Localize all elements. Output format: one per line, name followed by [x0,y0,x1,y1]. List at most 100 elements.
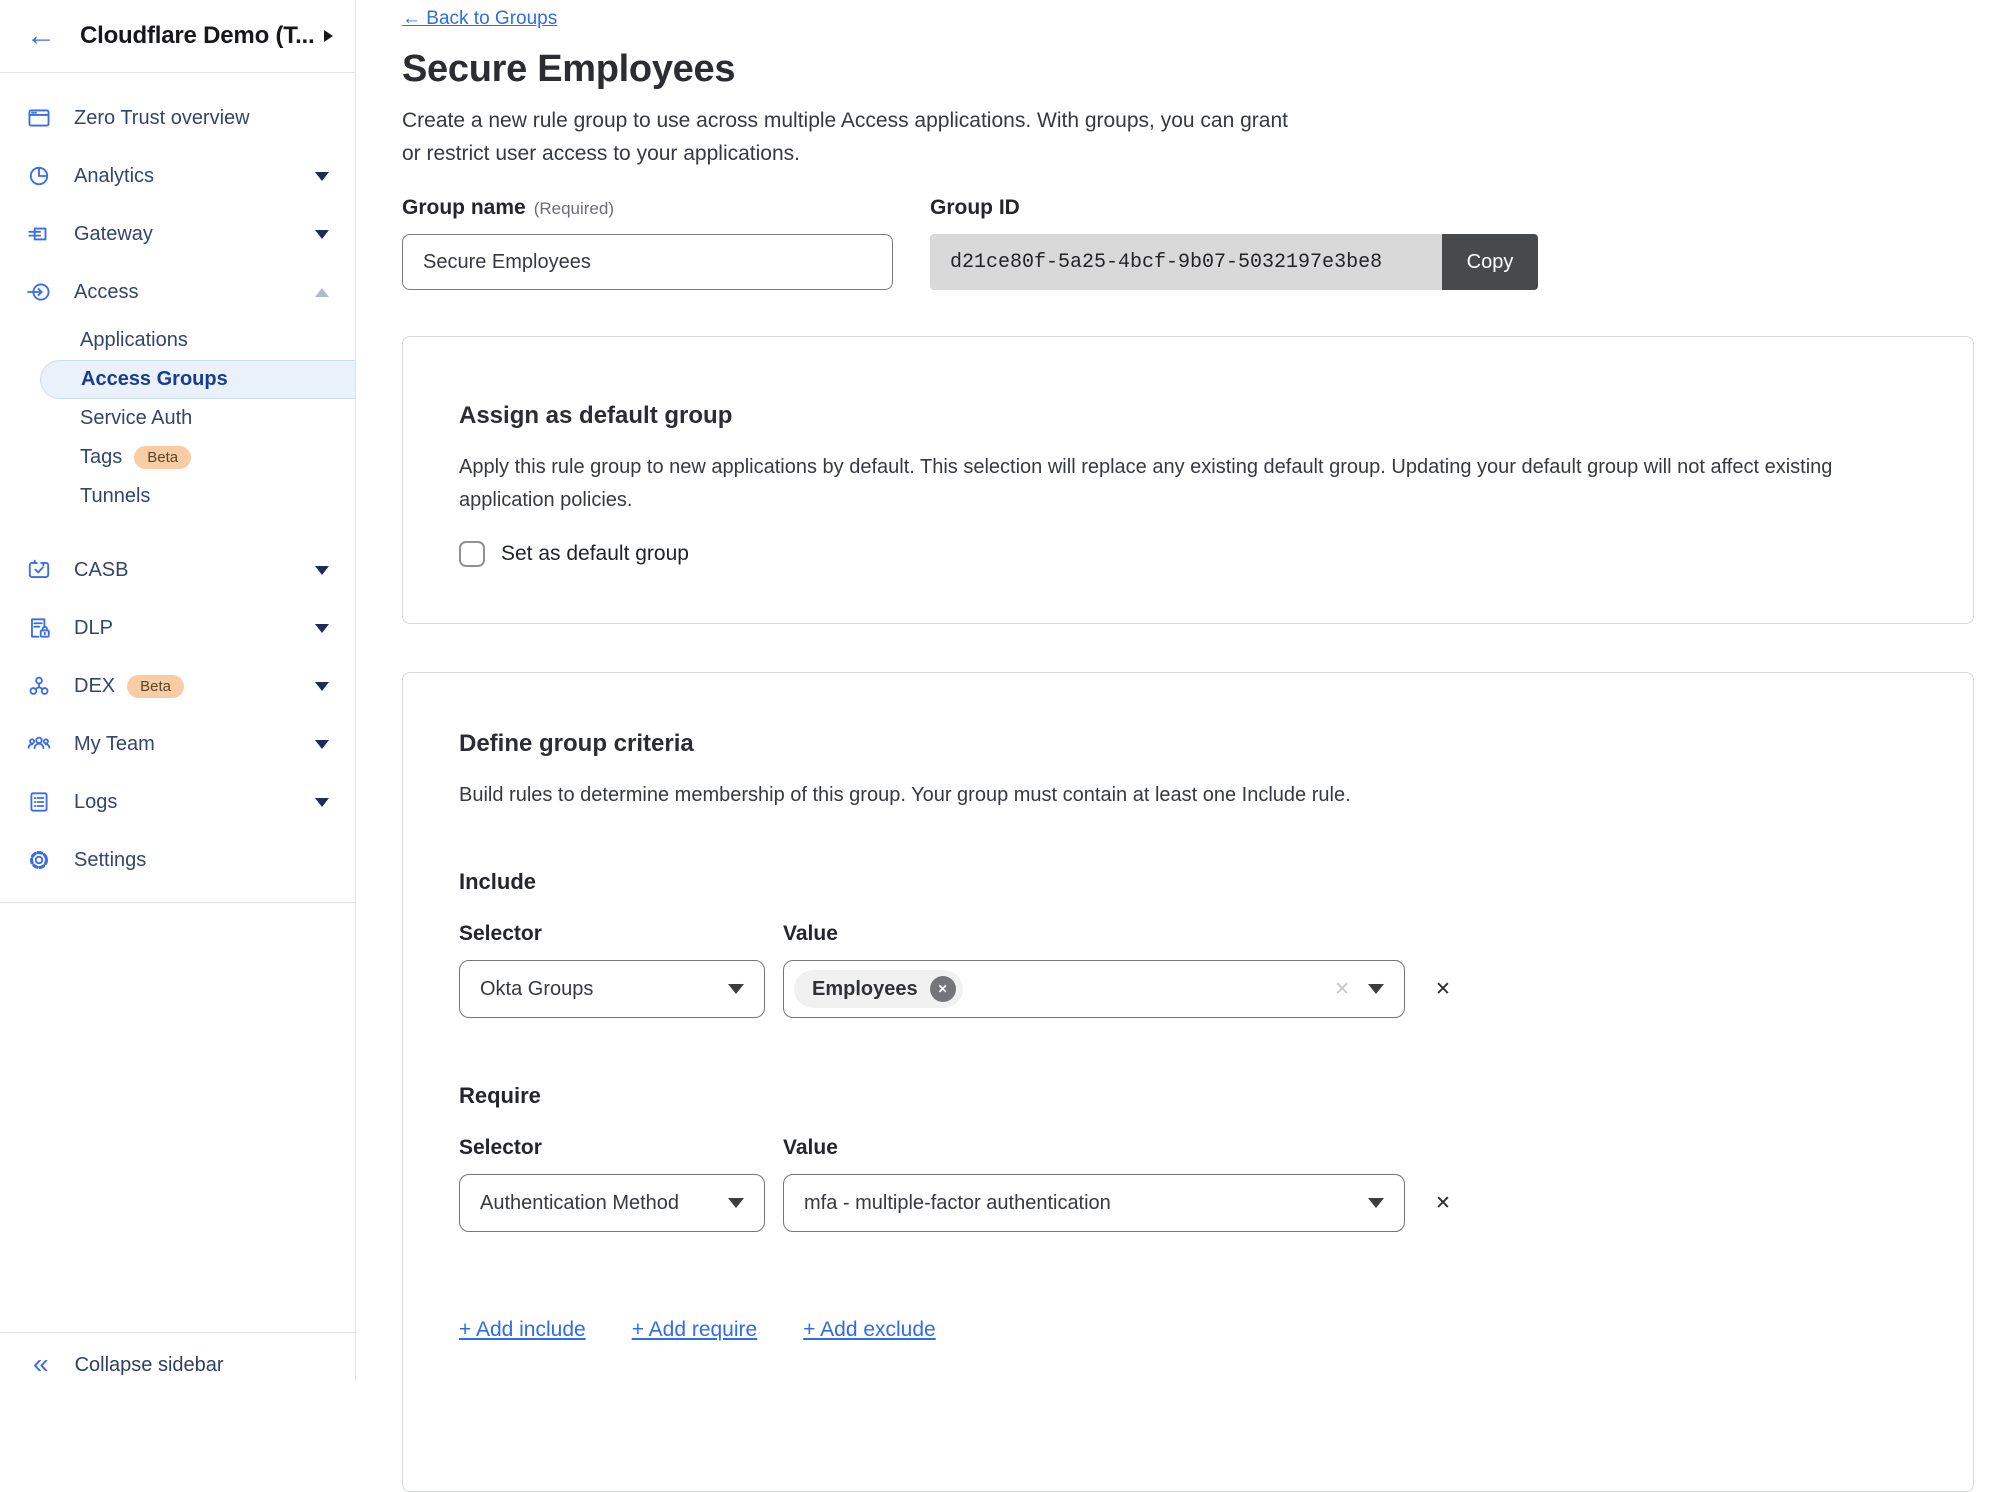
chevron-down-icon [315,172,329,181]
remove-require-rule-button[interactable]: ✕ [1435,1192,1451,1215]
collapse-sidebar-button[interactable]: « Collapse sidebar [0,1332,355,1381]
chevron-down-icon [1368,984,1384,994]
sidebar-item-label: Zero Trust overview [74,107,250,130]
page-description: Create a new rule group to use across mu… [402,104,1999,170]
include-labels-row: Selector Value [459,922,1917,948]
group-id-value: d21ce80f-5a25-4bcf-9b07-5032197e3be8 [930,234,1442,290]
access-submenu: Applications Access Groups Service Auth … [0,321,355,516]
main-content: ← Back to Groups Secure Employees Create… [356,0,1999,1381]
sidebar-header: ← Cloudflare Demo (T... [0,0,355,73]
app-root: ← Cloudflare Demo (T... Zero Trust overv… [0,0,1999,1381]
sidebar-item-label: Access [74,281,138,304]
require-selector-value: Authentication Method [480,1192,679,1215]
group-name-input[interactable] [402,234,893,290]
copy-button[interactable]: Copy [1442,234,1538,290]
require-value-dropdown[interactable]: mfa - multiple-factor authentication [783,1174,1405,1232]
sidebar-item-label: Tags [80,446,122,469]
document-lock-icon [26,615,52,641]
sidebar-item-label: Settings [74,849,146,872]
add-require-link[interactable]: + Add require [632,1318,758,1342]
sidebar-item-access-groups[interactable]: Access Groups [40,360,355,399]
remove-include-rule-button[interactable]: ✕ [1435,978,1451,1001]
beta-badge: Beta [127,675,184,698]
value-label: Value [783,1136,838,1162]
cluster-icon [26,673,52,699]
add-rule-links: + Add include + Add require + Add exclud… [459,1318,1917,1342]
employees-chip: Employees ✕ [794,970,963,1008]
remove-chip-icon[interactable]: ✕ [930,976,956,1002]
gateway-icon [26,221,52,247]
chevron-up-icon [315,288,329,297]
sidebar-item-logs[interactable]: Logs [0,773,355,831]
group-name-label: Group name [402,196,526,220]
add-include-link[interactable]: + Add include [459,1318,586,1342]
chevron-down-icon [728,984,744,994]
collapse-sidebar-label: Collapse sidebar [75,1354,224,1377]
selector-label: Selector [459,922,783,948]
pie-chart-icon [26,163,52,189]
people-icon [26,731,52,757]
include-selector-dropdown[interactable]: Okta Groups [459,960,765,1018]
group-name-field: Group name (Required) [402,196,893,290]
sidebar-nav: Zero Trust overview Analytics Gateway [0,73,355,903]
add-exclude-link[interactable]: + Add exclude [803,1318,936,1342]
page-description-line1: Create a new rule group to use across mu… [402,104,1999,137]
card-title: Assign as default group [459,401,1917,431]
require-rule-row: Authentication Method mfa - multiple-fac… [459,1174,1917,1232]
sidebar-item-dlp[interactable]: DLP [0,599,355,657]
sidebar-item-tunnels[interactable]: Tunnels [0,477,355,516]
gear-icon [26,847,52,873]
chevron-down-icon [315,230,329,239]
sidebar-item-label: Gateway [74,223,153,246]
group-name-id-row: Group name (Required) Group ID d21ce80f-… [402,196,1999,290]
sidebar-item-dex[interactable]: DEX Beta [0,657,355,715]
value-label: Value [783,922,838,948]
sidebar-item-access[interactable]: Access [0,263,355,321]
caret-right-icon[interactable] [324,30,333,42]
sidebar-item-label: CASB [74,559,128,582]
group-id-field: Group ID d21ce80f-5a25-4bcf-9b07-5032197… [930,196,1538,290]
chevron-down-icon [315,682,329,691]
chevron-down-icon [315,798,329,807]
browser-window-icon [26,105,52,131]
sidebar: ← Cloudflare Demo (T... Zero Trust overv… [0,0,356,1381]
clear-values-icon[interactable]: ✕ [1334,978,1350,1001]
sidebar-item-casb[interactable]: CASB [0,541,355,599]
include-selector-value: Okta Groups [480,978,593,1001]
chip-label: Employees [812,978,918,1001]
login-arrow-icon [26,279,52,305]
back-to-groups-link[interactable]: ← Back to Groups [402,8,557,30]
beta-badge: Beta [134,446,191,469]
sidebar-item-tags[interactable]: Tags Beta [0,438,355,477]
sidebar-item-applications[interactable]: Applications [0,321,355,360]
chevron-down-icon [728,1198,744,1208]
sidebar-item-zero-trust-overview[interactable]: Zero Trust overview [0,89,355,147]
arrow-left-icon[interactable]: ← [26,21,56,51]
sidebar-item-service-auth[interactable]: Service Auth [0,399,355,438]
default-group-checkbox-label: Set as default group [501,542,689,566]
sidebar-item-settings[interactable]: Settings [0,831,355,889]
define-group-criteria-card: Define group criteria Build rules to det… [402,672,1974,1492]
sidebar-item-label: DEX [74,675,115,698]
default-group-description: Apply this rule group to new application… [459,451,1917,517]
require-selector-dropdown[interactable]: Authentication Method [459,1174,765,1232]
list-document-icon [26,789,52,815]
include-value-multiselect[interactable]: Employees ✕ ✕ [783,960,1405,1018]
chevron-down-icon [1368,1198,1384,1208]
include-rule-row: Okta Groups Employees ✕ ✕ ✕ [459,960,1917,1018]
account-title: Cloudflare Demo (T... [80,22,314,50]
sidebar-item-analytics[interactable]: Analytics [0,147,355,205]
card-title: Define group criteria [459,729,1917,759]
include-heading: Include [459,868,1917,896]
sidebar-item-gateway[interactable]: Gateway [0,205,355,263]
page-title: Secure Employees [402,46,1999,92]
sidebar-item-label: DLP [74,617,113,640]
sidebar-item-my-team[interactable]: My Team [0,715,355,773]
default-group-checkbox[interactable] [459,541,485,567]
require-value-text: mfa - multiple-factor authentication [804,1192,1111,1215]
casb-check-icon [26,557,52,583]
require-heading: Require [459,1082,1917,1110]
assign-default-group-card: Assign as default group Apply this rule … [402,336,1974,624]
sidebar-item-label: Logs [74,791,117,814]
sidebar-item-label: Analytics [74,165,154,188]
